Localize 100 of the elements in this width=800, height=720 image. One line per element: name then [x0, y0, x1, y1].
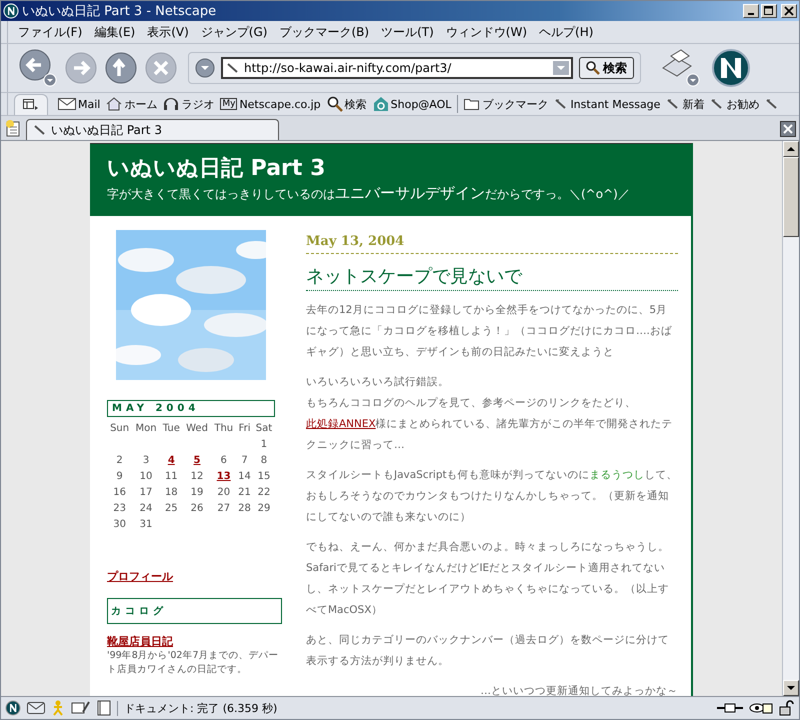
netscape-logo-icon[interactable] — [5, 700, 21, 716]
blog-title: いぬいぬ日記 Part 3 — [107, 155, 326, 183]
pin-icon — [710, 98, 724, 110]
sidebar-button[interactable] — [14, 94, 48, 114]
menu-item[interactable]: ウィンドウ(W) — [440, 24, 534, 40]
profile-link[interactable]: プロフィール — [107, 569, 173, 584]
bookmark-item[interactable]: 新着 — [664, 96, 706, 112]
calendar-day: 26 — [190, 503, 204, 514]
address-field[interactable]: http://so-kawai.air-nifty.com/part3/ — [221, 57, 573, 79]
dropdown-icon[interactable] — [195, 58, 215, 78]
calendar-day: 23 — [113, 503, 126, 514]
calendar-day: 15 — [258, 471, 270, 482]
calendar-day: 8 — [260, 455, 268, 466]
calendar-day: 18 — [164, 487, 178, 498]
menu-item[interactable]: ジャンプ(G) — [194, 24, 274, 40]
close-button[interactable] — [781, 4, 797, 18]
calendar-day: 22 — [258, 487, 270, 498]
bookmark-item[interactable]: ホーム — [104, 96, 160, 112]
calendar-day: 19 — [190, 487, 204, 498]
post-paragraph: あと、同じカテゴリーのバックナンバー（過去ログ）を数ページに分けて表示する方法が判りません。 — [306, 633, 670, 669]
inline-link[interactable]: 此処録ANNEX — [306, 418, 376, 430]
calendar-day: 30 — [113, 519, 126, 530]
padlock-icon[interactable] — [779, 700, 795, 716]
calendar-day: 25 — [164, 503, 178, 514]
weekday-label: Sat — [256, 422, 272, 434]
menu-item[interactable]: ブックマーク(B) — [273, 24, 376, 40]
calendar-day-link[interactable]: 5 — [194, 455, 200, 466]
headphones-icon — [163, 97, 180, 111]
post-paragraph: いろいろいろいろ試行錯誤。 もちろんココログのヘルプを見て、参考ページのリンクをたどり、 此処録ANNEX様にまとめられている、諸先輩方がこの半年で開発されたテクニックに習って… — [306, 375, 674, 453]
calendar-day: 6 — [220, 455, 227, 466]
house-icon — [372, 96, 389, 112]
bookmark-label: ホーム — [124, 96, 158, 112]
scroll-down-button[interactable] — [783, 680, 799, 696]
bookmark-label: ブックマーク — [482, 96, 548, 112]
folder-icon — [464, 98, 480, 110]
close-tab-button[interactable] — [780, 121, 796, 137]
calendar-day: 1 — [260, 439, 268, 450]
browser-tab[interactable]: いぬいぬ日記 Part 3 — [26, 119, 279, 140]
scroll-up-button[interactable] — [783, 141, 799, 157]
minimize-button[interactable] — [743, 4, 759, 18]
pin-icon — [33, 124, 47, 136]
new-tab-icon[interactable] — [4, 119, 22, 137]
post-paragraph: スタイルシートもJavaScriptも何も意味が判ってないのに まるうつし して、おもしろそうなのでカウンタもつけたりなんかしちゃって。（更新を通知にしてないので誰も来ないのに） — [306, 468, 678, 525]
post-paragraph: 去年の12月にココログに登録してから全然手をつけてなかったのに、5月になって急に「カコログを移植しよう！」（ココログだけにカコロ….おばギャグ）と思い立ち、デザインも前の日記みたいに変えようと — [306, 303, 673, 360]
down-arrow-icon — [787, 685, 795, 691]
calendar-day: 2 — [116, 455, 123, 466]
house-icon — [106, 97, 122, 111]
calendar-day: 28 — [238, 503, 251, 514]
calendar-day: 11 — [164, 471, 178, 482]
pin-icon — [554, 98, 568, 110]
archive-description: '99年8月から'02年7月までの、デパート店員カワイさんの日記です。 — [107, 649, 280, 677]
menu-item[interactable]: ツール(T) — [375, 24, 440, 40]
envelope-icon — [58, 98, 76, 110]
back-arrow-icon[interactable] — [18, 48, 58, 88]
pin-icon — [226, 62, 240, 74]
bookmark-item[interactable]: お勧め — [708, 96, 762, 112]
bookmark-item[interactable]: Shop@AOL — [370, 96, 454, 112]
menu-item[interactable]: 表示(V) — [141, 24, 195, 40]
blog-subtitle: 字が大きくて黒くてはっきりしているのはユニバーサルデザインだからですっ。＼(^o^)／ — [107, 184, 631, 203]
bookmark-item[interactable]: Instant Message — [552, 98, 662, 110]
maximize-icon — [764, 6, 774, 16]
calendar-day-link[interactable]: 13 — [216, 471, 231, 482]
bookmark-label: Mail — [78, 98, 100, 110]
status-text: ドキュメント: 完了 (6.359 秒) — [117, 700, 278, 716]
bookmark-label: 検索 — [344, 96, 367, 112]
mail-icon[interactable] — [27, 701, 45, 715]
maximize-button[interactable] — [761, 4, 777, 18]
bookmark-item[interactable]: ラジオ — [161, 96, 216, 112]
calendar-day: 3 — [142, 455, 150, 466]
minimize-icon — [748, 13, 754, 15]
menu-item[interactable]: ヘルプ(H) — [533, 24, 600, 40]
archive-link[interactable]: 靴屋店員日記 — [107, 634, 173, 649]
post-title: ネットスケープで見ないで — [306, 254, 678, 291]
composer-icon[interactable] — [71, 700, 91, 716]
search-button[interactable]: 検索 — [579, 57, 634, 79]
search-icon — [586, 61, 600, 75]
post-date: May 13, 2004 — [306, 234, 678, 254]
post-paragraph: でもね、えーん、何かまだ具合悪いのよ。時々まっしろになっちゃうし。Safariで見てるとキレイなんだけどIEだとスタイルシート適用されてないし、ネットスケープだとレイアウトめちゃくちゃになっている。（以上すべてMacOSX） — [306, 540, 670, 618]
connection-icon[interactable] — [717, 702, 743, 714]
menu-item[interactable]: 編集(E) — [88, 24, 142, 40]
calendar-day: 10 — [140, 471, 152, 482]
scroll-thumb[interactable] — [783, 157, 799, 237]
weekday-label: Sun — [110, 422, 130, 434]
bookmark-label: お勧め — [726, 96, 760, 112]
eye-icon[interactable] — [749, 701, 773, 715]
address-book-icon[interactable] — [97, 700, 111, 716]
menu-item[interactable]: ファイル(F) — [12, 24, 88, 40]
bookmark-item[interactable]: My Netscape.co.jp — [218, 98, 323, 110]
netscape-logo-icon[interactable] — [711, 48, 751, 88]
bookmark-label: Instant Message — [570, 98, 660, 110]
weekday-label: Wed — [186, 422, 208, 434]
calendar-day: 20 — [217, 487, 230, 498]
bookmark-item[interactable]: 検索 — [324, 96, 369, 112]
pin-icon — [765, 98, 780, 110]
calendar-day-link[interactable]: 4 — [168, 455, 175, 466]
bookmark-item[interactable]: ブックマーク — [462, 96, 550, 112]
stop-icon[interactable] — [144, 51, 178, 85]
calendar-day: 17 — [140, 487, 152, 498]
bookmark-item[interactable]: Mail — [56, 98, 102, 110]
close-icon — [783, 124, 793, 134]
